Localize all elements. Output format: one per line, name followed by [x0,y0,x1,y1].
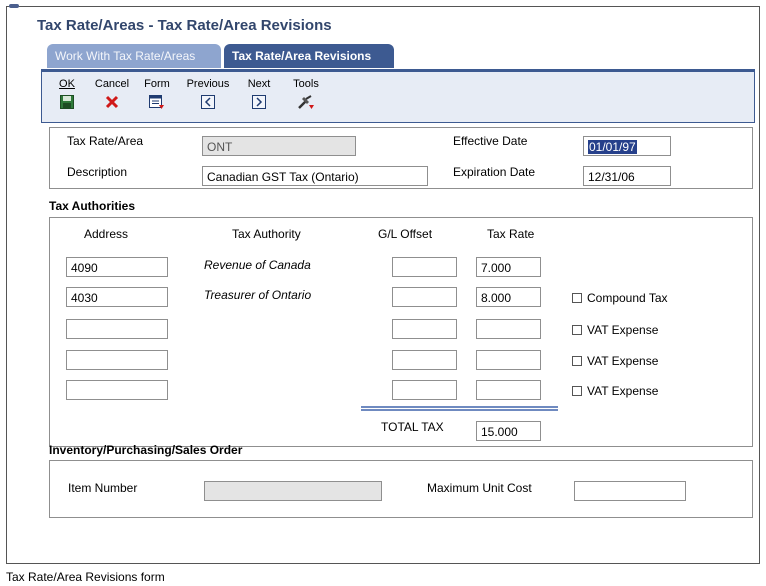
maximum-unit-cost-field[interactable] [574,481,686,501]
tax-rate-field[interactable] [476,380,541,400]
vat-expense-label: VAT Expense [587,323,659,337]
description-label: Description [67,165,128,179]
figure-caption: Tax Rate/Area Revisions form [6,570,165,584]
tax-rate-field[interactable]: 8.000 [476,287,541,307]
tax-rate-area-label: Tax Rate/Area [67,134,144,148]
tax-authorities-title: Tax Authorities [49,199,136,213]
total-tax-label: TOTAL TAX [381,420,444,434]
tax-rate-column-header: Tax Rate [487,227,535,241]
gl-offset-field[interactable] [392,257,457,277]
total-tax-field: 15.000 [476,421,541,441]
gl-offset-field[interactable] [392,319,457,339]
effective-date-label: Effective Date [453,134,528,148]
tax-rate-field[interactable] [476,319,541,339]
checkbox-box [572,293,582,303]
description-field[interactable]: Canadian GST Tax (Ontario) [202,166,428,186]
inventory-panel: Item Number Maximum Unit Cost [49,460,753,518]
chevron-right-icon [242,94,276,110]
tab-tax-rate-area-revisions[interactable]: Tax Rate/Area Revisions [224,44,394,68]
item-number-field[interactable] [204,481,382,501]
vat-expense-label: VAT Expense [587,354,659,368]
tax-rate-field[interactable] [476,350,541,370]
tab-work-with-tax-rate-areas[interactable]: Work With Tax Rate/Areas [47,44,221,68]
chevron-left-icon [182,94,234,110]
total-divider [361,406,558,408]
total-divider [361,409,558,411]
next-button[interactable]: Next [242,78,276,110]
compound-tax-checkbox[interactable]: Compound Tax [572,291,668,305]
effective-date-field[interactable]: 01/01/97 [583,136,671,156]
address-column-header: Address [84,227,129,241]
gl-offset-field[interactable] [392,380,457,400]
checkbox-box [572,386,582,396]
address-field[interactable]: 4090 [66,257,168,277]
form-icon [140,94,174,110]
tools-menu-button[interactable]: Tools [286,78,326,110]
cancel-button[interactable]: Cancel [90,78,134,110]
tax-authority-name: Treasurer of Ontario [204,288,312,302]
effective-date-value: 01/01/97 [588,140,637,154]
close-icon [90,94,134,110]
checkbox-box [572,356,582,366]
tax-authority-column-header: Tax Authority [232,227,301,241]
expiration-date-label: Expiration Date [453,165,536,179]
tools-icon [286,94,326,110]
ok-button[interactable]: OK [52,78,82,110]
window-title: Tax Rate/Areas - Tax Rate/Area Revisions [37,17,332,34]
address-field[interactable] [66,319,168,339]
address-field[interactable] [66,350,168,370]
maximum-unit-cost-label: Maximum Unit Cost [427,481,532,495]
window-menu-icon[interactable] [9,4,19,8]
application-window: Tax Rate/Areas - Tax Rate/Area Revisions… [6,4,760,564]
gl-offset-column-header: G/L Offset [378,227,433,241]
tax-rate-field[interactable]: 7.000 [476,257,541,277]
address-field[interactable]: 4030 [66,287,168,307]
header-panel: Tax Rate/Area ONT Description Canadian G… [49,127,753,189]
gl-offset-field[interactable] [392,350,457,370]
inventory-title: Inventory/Purchasing/Sales Order [49,443,243,457]
vat-expense-checkbox[interactable]: VAT Expense [572,354,658,368]
form-menu-button[interactable]: Form [140,78,174,110]
tax-authority-name: Revenue of Canada [204,258,311,272]
address-field[interactable] [66,380,168,400]
vat-expense-checkbox[interactable]: VAT Expense [572,323,658,337]
compound-tax-label: Compound Tax [587,291,668,305]
gl-offset-field[interactable] [392,287,457,307]
toolbar: OK Cancel Form Previous Next Tools [41,69,755,123]
vat-expense-checkbox[interactable]: VAT Expense [572,384,658,398]
save-icon [52,94,82,110]
previous-button[interactable]: Previous [182,78,234,110]
checkbox-box [572,325,582,335]
vat-expense-label: VAT Expense [587,384,659,398]
expiration-date-field[interactable]: 12/31/06 [583,166,671,186]
tax-rate-area-field[interactable]: ONT [202,136,356,156]
tax-authorities-panel: Address Tax Authority G/L Offset Tax Rat… [49,217,753,447]
item-number-label: Item Number [68,481,138,495]
